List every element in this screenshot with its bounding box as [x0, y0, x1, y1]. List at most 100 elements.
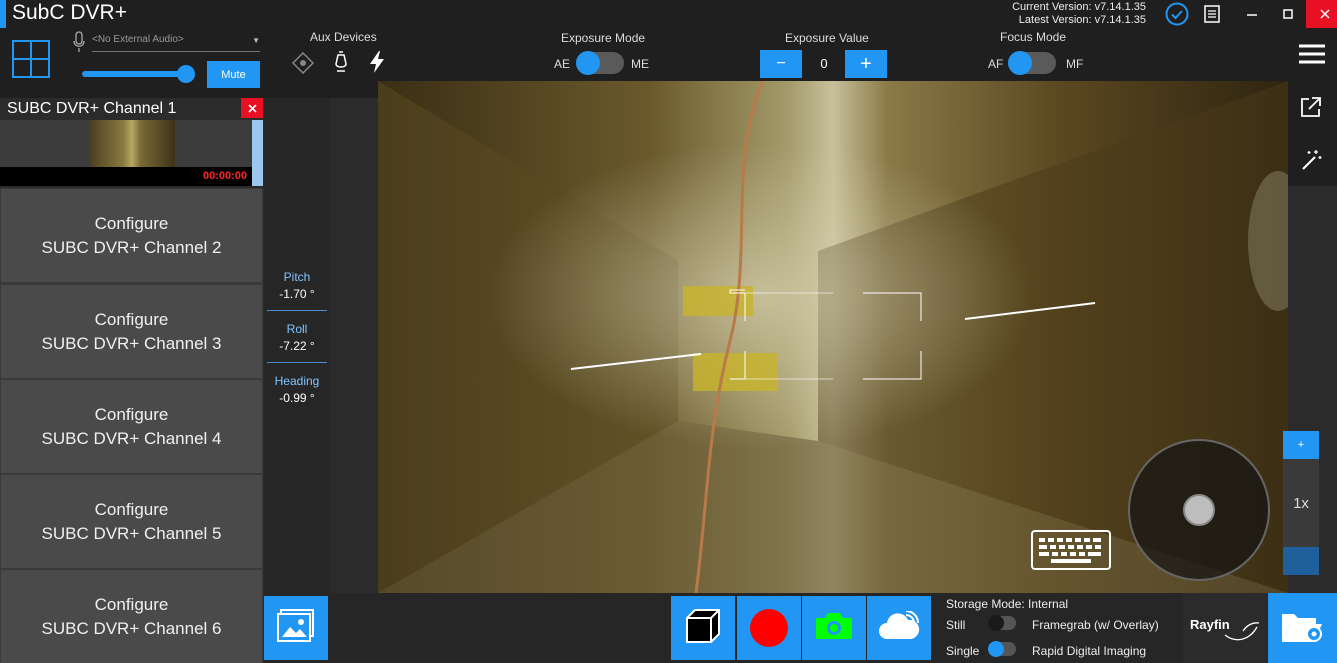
audio-source-select[interactable]: <No External Audio> ▼ [92, 34, 260, 52]
focus-mode-mf: MF [1066, 57, 1084, 71]
layout-grid-icon[interactable] [12, 40, 50, 83]
configure-channel-6-button[interactable]: Configure SUBC DVR+ Channel 6 [1, 570, 262, 663]
exposure-mode-toggle[interactable] [576, 51, 624, 75]
roll-value: -7.22 ° [279, 339, 315, 353]
heading-label: Heading [274, 374, 320, 388]
settings-folder-button[interactable] [1268, 593, 1337, 663]
configure-label: Configure [94, 213, 169, 233]
exposure-mode-ae: AE [554, 57, 571, 71]
record-icon [750, 609, 788, 647]
pitch-value: -1.70 ° [279, 287, 315, 301]
configure-channel-5-button[interactable]: Configure SUBC DVR+ Channel 5 [1, 475, 262, 568]
channel-name: SUBC DVR+ Channel 5 [41, 523, 222, 543]
close-icon[interactable] [1306, 0, 1337, 28]
rayfin-logo: Rayfin [1183, 593, 1267, 663]
channel-name: SUBC DVR+ Channel 6 [41, 618, 222, 638]
microphone-icon [72, 31, 86, 58]
video-feed[interactable] [378, 81, 1288, 593]
app-title: SubC DVR+ [12, 1, 127, 24]
channel-panel: SUBC DVR+ Channel 1 00:00:00 Configure S… [0, 98, 263, 663]
focus-mode-label: Focus Mode [1000, 30, 1067, 44]
active-channel-name: SUBC DVR+ Channel 1 [7, 100, 177, 117]
aux-devices-label: Aux Devices [310, 30, 377, 44]
focus-mode-toggle[interactable] [1008, 51, 1056, 75]
channel-thumbnail [89, 120, 175, 167]
volume-slider[interactable] [82, 65, 195, 83]
heading-value: -0.99 ° [279, 391, 315, 405]
title-bar: SubC DVR+ Current Version: v7.14.1.35 La… [0, 0, 1337, 28]
lamp-icon[interactable] [333, 50, 349, 79]
configure-label: Configure [94, 404, 169, 424]
configure-channel-3-button[interactable]: Configure SUBC DVR+ Channel 3 [1, 285, 262, 378]
channel-thumbnail-area [0, 120, 252, 167]
current-version: Current Version: v7.14.1.35 [1012, 1, 1146, 13]
zoom-control: + 1x [1283, 431, 1319, 575]
check-circle-icon[interactable] [1163, 0, 1191, 28]
channel-name: SUBC DVR+ Channel 4 [41, 428, 222, 448]
rayfin-wave-icon [1224, 622, 1260, 641]
gallery-icon [277, 608, 315, 648]
magic-wand-icon[interactable] [1300, 148, 1324, 177]
timer-strip: 00:00:00 [0, 167, 252, 186]
zoom-out-button[interactable] [1283, 547, 1319, 575]
cube-button[interactable] [671, 596, 735, 660]
mute-button[interactable]: Mute [207, 61, 260, 88]
sensor-divider [267, 362, 327, 363]
rdi-label: Rapid Digital Imaging [1032, 644, 1147, 658]
rdi-toggle[interactable] [988, 641, 1016, 657]
joystick-icon[interactable] [1128, 439, 1270, 581]
sensor-divider [267, 310, 327, 311]
menu-icon[interactable] [1299, 44, 1325, 69]
cloud-button[interactable] [867, 596, 931, 660]
capture-mode-toggle[interactable] [988, 615, 1016, 631]
configure-channel-4-button[interactable]: Configure SUBC DVR+ Channel 4 [1, 380, 262, 473]
storage-mode: Storage Mode: Internal [946, 597, 1069, 611]
right-rail: + 1x [1283, 28, 1337, 593]
notes-icon[interactable] [1200, 0, 1224, 28]
framegrab-label: Framegrab (w/ Overlay) [1032, 618, 1159, 632]
configure-label: Configure [94, 594, 169, 614]
keyboard-icon[interactable] [1031, 530, 1111, 570]
toggle-knob [988, 641, 1004, 657]
configure-channel-2-button[interactable]: Configure SUBC DVR+ Channel 2 [1, 189, 262, 282]
configure-label: Configure [94, 499, 169, 519]
configure-label: Configure [94, 309, 169, 329]
channel-name: SUBC DVR+ Channel 3 [41, 333, 222, 353]
toggle-knob [988, 615, 1004, 631]
camera-icon [814, 611, 854, 646]
gallery-button[interactable] [264, 596, 328, 660]
record-button[interactable] [737, 596, 801, 660]
channel-scrollbar[interactable] [252, 120, 263, 186]
toggle-knob [1008, 51, 1032, 75]
exposure-minus-button[interactable]: − [760, 50, 802, 78]
external-link-icon[interactable] [1300, 96, 1322, 123]
still-label: Still [946, 618, 966, 632]
toggle-knob [576, 51, 600, 75]
close-channel-icon[interactable] [241, 98, 263, 118]
latest-version: Latest Version: v7.14.1.35 [1018, 14, 1146, 26]
joystick-knob[interactable] [1183, 494, 1215, 526]
exposure-mode-label: Exposure Mode [561, 31, 646, 45]
exposure-mode-me: ME [631, 57, 649, 71]
exposure-value-label: Exposure Value [785, 31, 869, 45]
settings-folder-icon [1280, 606, 1326, 651]
focus-mode-af: AF [988, 57, 1004, 71]
snapshot-button[interactable] [802, 596, 866, 660]
active-channel-card[interactable]: SUBC DVR+ Channel 1 00:00:00 [0, 98, 263, 188]
recording-timer: 00:00:00 [202, 170, 247, 182]
bottom-bar: Storage Mode: Internal Still Framegrab (… [264, 593, 1337, 663]
audio-source-value: <No External Audio> [92, 34, 184, 45]
sensor-readout: Pitch -1.70 ° Roll -7.22 ° Heading -0.99… [264, 98, 330, 593]
exposure-value: 0 [820, 56, 828, 71]
laser-icon[interactable] [291, 51, 315, 79]
cube-icon [683, 606, 723, 651]
cloud-icon [877, 609, 921, 646]
minimize-icon[interactable] [1238, 0, 1266, 28]
channel-name: SUBC DVR+ Channel 2 [41, 237, 222, 257]
exposure-plus-button[interactable]: + [845, 50, 887, 78]
volume-slider-thumb[interactable] [177, 65, 195, 83]
flash-icon[interactable] [368, 50, 386, 79]
maximize-icon[interactable] [1274, 0, 1302, 28]
pitch-label: Pitch [283, 270, 311, 284]
zoom-in-button[interactable]: + [1283, 431, 1319, 459]
